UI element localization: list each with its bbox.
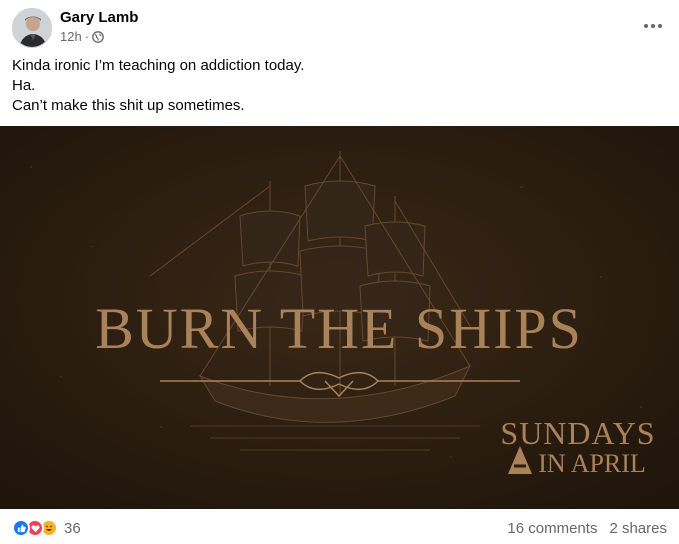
post-text-line: Can’t make this shit up sometimes. <box>12 97 245 114</box>
post-time[interactable]: 12h <box>60 29 82 45</box>
reaction-count: 36 <box>64 519 81 537</box>
post-stats: 16 comments 2 shares <box>495 520 667 537</box>
more-options-icon[interactable] <box>635 8 671 44</box>
post-image[interactable]: BURN THE SHIPS SUNDAYS IN APRIL <box>0 126 679 509</box>
globe-icon <box>92 31 104 43</box>
like-icon <box>12 519 30 537</box>
author-name[interactable]: Gary Lamb <box>60 9 138 27</box>
post-subline: 12h · <box>60 29 138 45</box>
comments-count[interactable]: 16 comments <box>507 520 597 537</box>
post-card: Gary Lamb 12h · Kinda ironic I’m teachin… <box>0 0 679 544</box>
post-text: Kinda ironic I’m teaching on addiction t… <box>12 56 667 116</box>
post-footer: 36 16 comments 2 shares <box>12 514 667 542</box>
post-header: Gary Lamb 12h · <box>12 8 667 48</box>
separator: · <box>84 29 90 44</box>
image-title: BURN THE SHIPS <box>95 296 583 361</box>
post-text-line: Kinda ironic I’m teaching on addiction t… <box>12 57 305 74</box>
reaction-icons <box>12 519 58 537</box>
avatar[interactable] <box>12 8 52 48</box>
post-text-line: Ha. <box>12 77 36 94</box>
image-subtitle-line2: IN APRIL <box>538 449 646 478</box>
reactions-summary[interactable]: 36 <box>12 519 81 537</box>
post-meta: Gary Lamb 12h · <box>60 8 138 45</box>
image-subtitle-line1: SUNDAYS <box>500 415 655 451</box>
shares-count[interactable]: 2 shares <box>609 520 667 537</box>
